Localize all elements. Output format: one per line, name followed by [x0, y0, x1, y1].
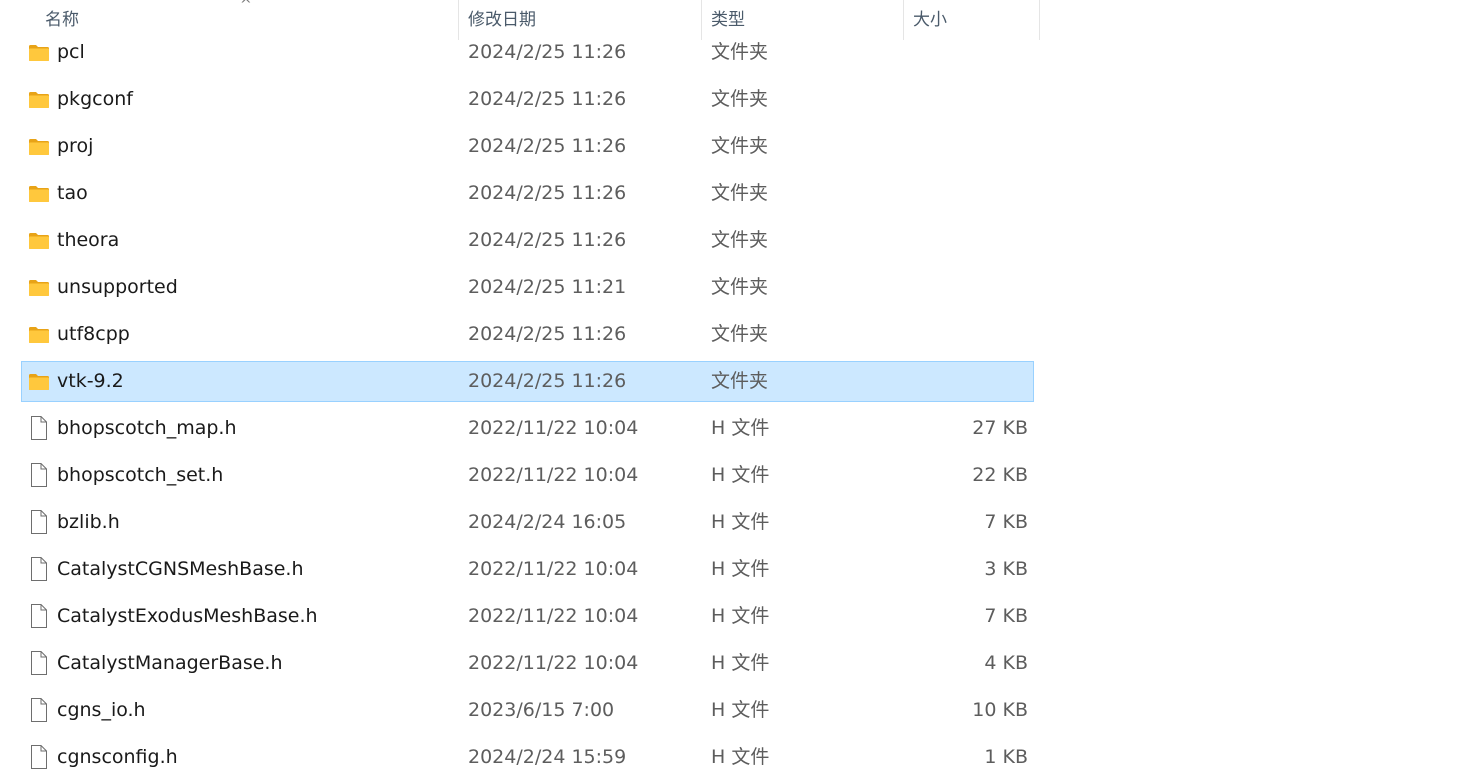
file-name: CatalystExodusMeshBase.h	[57, 605, 318, 627]
folder-row[interactable]: theora 2024/2/25 11:26 文件夹	[0, 217, 1040, 264]
file-size: 22 KB	[972, 464, 1028, 486]
modified-date: 2022/11/22 10:04	[468, 652, 639, 674]
file-icon	[28, 604, 50, 628]
modified-date: 2022/11/22 10:04	[468, 464, 639, 486]
folder-icon	[28, 278, 50, 298]
folder-icon	[28, 184, 50, 204]
sort-ascending-icon: ^	[240, 0, 252, 13]
file-size: 1 KB	[984, 746, 1028, 768]
file-row[interactable]: bhopscotch_map.h 2022/11/22 10:04 H 文件 27 K…	[0, 405, 1040, 452]
file-type: 文件夹	[711, 182, 769, 204]
modified-date: 2024/2/25 11:26	[468, 135, 627, 157]
folder-row[interactable]: vtk-9.2 2024/2/25 11:26 文件夹	[0, 358, 1040, 405]
folder-icon	[28, 231, 50, 251]
file-name: theora	[57, 229, 120, 251]
folder-icon	[28, 137, 50, 157]
file-row[interactable]: bhopscotch_set.h 2022/11/22 10:04 H 文件 22 K…	[0, 452, 1040, 499]
file-explorer: 名称 ^ 修改日期 类型 大小 pcl 2024/2/25 11:26 文件夹 pkg…	[0, 0, 1466, 781]
folder-row[interactable]: tao 2024/2/25 11:26 文件夹	[0, 170, 1040, 217]
file-name: CatalystManagerBase.h	[57, 652, 283, 674]
file-type: H 文件	[711, 699, 770, 721]
file-icon	[28, 651, 50, 675]
file-icon	[28, 510, 50, 534]
modified-date: 2024/2/25 11:26	[468, 41, 627, 63]
file-name: bhopscotch_set.h	[57, 464, 224, 486]
modified-date: 2022/11/22 10:04	[468, 605, 639, 627]
file-name: bzlib.h	[57, 511, 120, 533]
file-name: bhopscotch_map.h	[57, 417, 237, 439]
modified-date: 2024/2/25 11:26	[468, 229, 627, 251]
file-type: 文件夹	[711, 276, 769, 298]
file-type: H 文件	[711, 511, 770, 533]
file-icon	[28, 557, 50, 581]
modified-date: 2024/2/25 11:26	[468, 88, 627, 110]
file-size: 27 KB	[972, 417, 1028, 439]
file-row[interactable]: CatalystManagerBase.h 2022/11/22 10:04 H 文…	[0, 640, 1040, 687]
file-size: 7 KB	[984, 511, 1028, 533]
file-size: 4 KB	[984, 652, 1028, 674]
modified-date: 2024/2/25 11:26	[468, 370, 627, 392]
file-type: H 文件	[711, 464, 770, 486]
folder-row[interactable]: utf8cpp 2024/2/25 11:26 文件夹	[0, 311, 1040, 358]
folder-icon	[28, 43, 50, 63]
file-type: 文件夹	[711, 41, 769, 63]
file-size: 10 KB	[972, 699, 1028, 721]
modified-date: 2022/11/22 10:04	[468, 558, 639, 580]
file-type: H 文件	[711, 605, 770, 627]
file-row[interactable]: CatalystCGNSMeshBase.h 2022/11/22 10:04 H …	[0, 546, 1040, 593]
file-name: utf8cpp	[57, 323, 130, 345]
file-type: 文件夹	[711, 323, 769, 345]
file-type: H 文件	[711, 746, 770, 768]
file-name: cgnsconfig.h	[57, 746, 178, 768]
folder-row[interactable]: pkgconf 2024/2/25 11:26 文件夹	[0, 76, 1040, 123]
file-type: H 文件	[711, 652, 770, 674]
modified-date: 2024/2/25 11:21	[468, 276, 627, 298]
file-name: pkgconf	[57, 88, 133, 110]
file-name: tao	[57, 182, 88, 204]
file-icon	[28, 416, 50, 440]
folder-icon	[28, 325, 50, 345]
file-type: 文件夹	[711, 370, 769, 392]
file-size: 7 KB	[984, 605, 1028, 627]
folder-row[interactable]: pcl 2024/2/25 11:26 文件夹	[0, 29, 1040, 76]
file-type: 文件夹	[711, 229, 769, 251]
file-row[interactable]: bzlib.h 2024/2/24 16:05 H 文件 7 KB	[0, 499, 1040, 546]
file-list: pcl 2024/2/25 11:26 文件夹 pkgconf 2024/2/25 11…	[0, 29, 1040, 781]
file-size: 3 KB	[984, 558, 1028, 580]
file-type: H 文件	[711, 417, 770, 439]
file-name: vtk-9.2	[57, 370, 124, 392]
file-row[interactable]: CatalystExodusMeshBase.h 2022/11/22 10:04…	[0, 593, 1040, 640]
file-row[interactable]: cgns_io.h 2023/6/15 7:00 H 文件 10 KB	[0, 687, 1040, 734]
folder-row[interactable]: unsupported 2024/2/25 11:21 文件夹	[0, 264, 1040, 311]
file-icon	[28, 698, 50, 722]
file-type: H 文件	[711, 558, 770, 580]
file-name: cgns_io.h	[57, 699, 146, 721]
file-type: 文件夹	[711, 135, 769, 157]
file-name: pcl	[57, 41, 85, 63]
modified-date: 2024/2/25 11:26	[468, 323, 627, 345]
modified-date: 2024/2/24 15:59	[468, 746, 627, 768]
modified-date: 2024/2/24 16:05	[468, 511, 627, 533]
modified-date: 2023/6/15 7:00	[468, 699, 615, 721]
file-icon	[28, 745, 50, 769]
folder-icon	[28, 372, 50, 392]
modified-date: 2024/2/25 11:26	[468, 182, 627, 204]
folder-row[interactable]: proj 2024/2/25 11:26 文件夹	[0, 123, 1040, 170]
folder-icon	[28, 90, 50, 110]
file-name: proj	[57, 135, 94, 157]
file-name: CatalystCGNSMeshBase.h	[57, 558, 304, 580]
file-icon	[28, 463, 50, 487]
file-name: unsupported	[57, 276, 178, 298]
file-type: 文件夹	[711, 88, 769, 110]
file-row[interactable]: cgnsconfig.h 2024/2/24 15:59 H 文件 1 KB	[0, 734, 1040, 781]
modified-date: 2022/11/22 10:04	[468, 417, 639, 439]
